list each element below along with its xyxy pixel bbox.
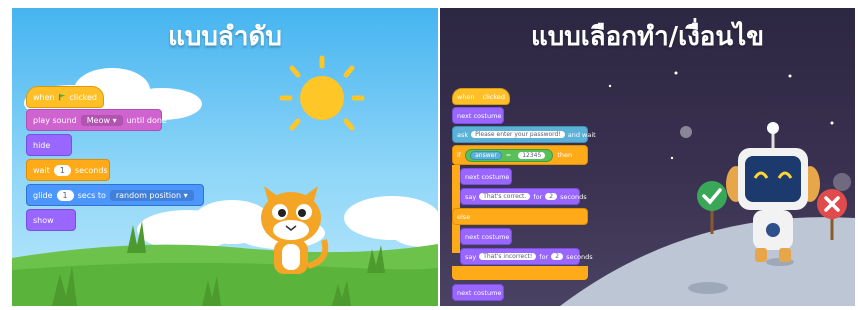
wait-seconds-input[interactable]: 1 xyxy=(53,164,71,176)
block-label: hide xyxy=(33,140,51,150)
small-planet xyxy=(680,126,692,138)
block-label: play sound xyxy=(33,115,77,125)
show-block[interactable]: show xyxy=(26,209,76,231)
say-correct-block[interactable]: say That's correct. for 2 seconds xyxy=(460,188,587,205)
block-label: if xyxy=(457,151,462,159)
sun-icon xyxy=(279,55,365,131)
if-else-block[interactable]: if answer = 12345 then xyxy=(452,145,588,165)
wait-block[interactable]: wait 1 seconds xyxy=(26,159,110,181)
block-label: say xyxy=(465,252,477,261)
ask-and-wait-block[interactable]: ask Please enter your password! and wait xyxy=(452,126,596,143)
equals-sign: = xyxy=(505,151,512,159)
sound-dropdown[interactable]: Meow ▾ xyxy=(80,114,123,126)
say-seconds-input[interactable]: 2 xyxy=(545,193,558,200)
when-flag-clicked-block[interactable]: when clicked xyxy=(452,88,510,105)
hide-block[interactable]: hide xyxy=(26,134,72,156)
block-label: next costume xyxy=(465,172,510,181)
equals-operator[interactable]: answer = 12345 xyxy=(465,148,554,162)
stars xyxy=(608,71,834,160)
next-costume-block[interactable]: next costume xyxy=(452,284,504,301)
block-label: clicked xyxy=(69,92,97,102)
glide-block[interactable]: glide 1 secs to random position ▾ xyxy=(26,184,204,206)
block-label: then xyxy=(557,151,573,159)
block-label: ask xyxy=(457,130,469,139)
next-costume-block[interactable]: next costume xyxy=(460,228,512,245)
block-label: for xyxy=(539,252,549,261)
block-label: clicked xyxy=(482,92,505,101)
panel-title: แบบเลือกทำ/เงื่อนไข xyxy=(531,22,764,52)
small-planet xyxy=(833,173,851,191)
block-label: seconds xyxy=(74,165,108,175)
next-costume-block[interactable]: next costume xyxy=(452,107,504,124)
block-label: show xyxy=(33,215,54,225)
crater xyxy=(688,282,728,294)
panel-title: แบบลำดับ xyxy=(168,22,282,52)
say-message-input[interactable]: That's correct. xyxy=(479,193,531,200)
block-label: wait xyxy=(33,165,50,175)
slide: แบบลำดับ when clicked play sound Meow ▾ … xyxy=(0,0,858,310)
green-flag-icon[interactable] xyxy=(58,92,66,102)
play-sound-block[interactable]: play sound Meow ▾ until done xyxy=(26,109,167,131)
block-label: and wait xyxy=(567,130,596,139)
ask-question-input[interactable]: Please enter your password! xyxy=(471,131,565,138)
glide-seconds-input[interactable]: 1 xyxy=(56,189,74,201)
answer-reporter[interactable]: answer xyxy=(470,150,502,160)
block-label: glide xyxy=(33,190,53,200)
block-label: seconds xyxy=(560,192,587,201)
else-label: else xyxy=(452,208,588,225)
selection-panel: แบบเลือกทำ/เงื่อนไข when clicked next co… xyxy=(440,8,855,306)
block-label: until done xyxy=(126,115,167,125)
block-label: say xyxy=(465,192,477,201)
block-label: else xyxy=(457,212,471,221)
block-label: for xyxy=(533,192,543,201)
block-label: seconds xyxy=(566,252,593,261)
answer-value-input[interactable]: 12345 xyxy=(518,151,546,159)
cloud-right xyxy=(344,196,438,247)
check-sign-icon xyxy=(697,181,727,234)
block-label: secs to xyxy=(77,190,106,200)
say-seconds-input[interactable]: 2 xyxy=(551,253,564,260)
block-label: next costume xyxy=(457,111,502,120)
block-label: when xyxy=(457,92,475,101)
block-label: next costume xyxy=(457,288,502,297)
block-label: next costume xyxy=(465,232,510,241)
sequence-panel: แบบลำดับ when clicked play sound Meow ▾ … xyxy=(12,8,438,306)
glide-target-dropdown[interactable]: random position ▾ xyxy=(109,189,194,201)
next-costume-block[interactable]: next costume xyxy=(460,168,512,185)
say-incorrect-block[interactable]: say That's incorrect! for 2 seconds xyxy=(460,248,593,265)
when-flag-clicked-block[interactable]: when clicked xyxy=(26,86,104,108)
block-label: when xyxy=(33,92,55,102)
say-message-input[interactable]: That's incorrect! xyxy=(479,253,537,260)
if-block-footer xyxy=(452,266,588,280)
